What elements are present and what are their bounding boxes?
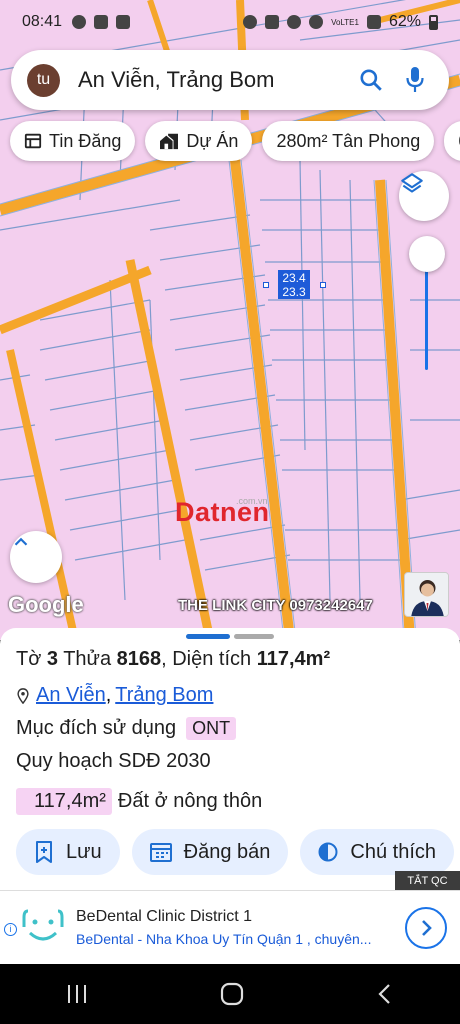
purpose-code-badge: ONT xyxy=(186,717,237,740)
messenger-icon xyxy=(72,15,87,29)
search-icon xyxy=(360,69,382,91)
location-district-link[interactable]: Trảng Bom xyxy=(115,684,213,707)
status-bar: 08:41 VoLTE1 62% xyxy=(0,0,460,44)
sheet-page-indicator[interactable] xyxy=(234,634,274,639)
microphone-icon xyxy=(406,67,424,92)
list-icon xyxy=(24,133,42,149)
chip-label: Dự Án xyxy=(186,130,239,151)
parcel-number: 8168 xyxy=(116,648,162,670)
purpose-label: Mục đích sử dụng xyxy=(16,717,177,739)
legend-button[interactable]: Chú thích xyxy=(300,829,454,875)
search-query[interactable]: An Viễn, Trảng Bom xyxy=(78,67,345,93)
ad-info-icon[interactable]: i xyxy=(4,923,17,936)
parcel-area: 117,4m² xyxy=(256,648,331,670)
vibrate-icon xyxy=(265,15,280,29)
status-time: 08:41 xyxy=(22,13,63,30)
post-for-sale-label: Đăng bán xyxy=(183,840,271,863)
bedental-logo-icon xyxy=(22,909,64,941)
title-area-label: , Diện tích xyxy=(161,648,257,670)
location-separator: , xyxy=(105,684,112,706)
zalo-icon xyxy=(116,15,131,29)
area-description: Đất ở nông thôn xyxy=(117,790,263,812)
filter-chips: Tin Đăng Dự Án 280m² Tân Phong 6 xyxy=(10,121,460,161)
parcel-title: Tờ 3 Thửa 8168, Diện tích 117,4m² xyxy=(16,648,330,671)
resize-handle-left[interactable] xyxy=(263,282,269,288)
save-label: Lưu xyxy=(66,840,102,863)
parcel-info-sheet[interactable]: Tờ 3 Thửa 8168, Diện tích 117,4m² An Viễ… xyxy=(0,628,460,890)
layers-button[interactable] xyxy=(399,171,449,221)
save-button[interactable]: Lưu xyxy=(16,829,120,875)
area-legend-row: 117,4m² Đất ở nông thôn xyxy=(16,788,262,815)
map-overlay-text: THE LINK CITY 0973242647 xyxy=(178,597,373,614)
battery-percent: 62% xyxy=(388,13,421,30)
watermark-domain: .com.vn xyxy=(236,496,268,506)
chip-du-an[interactable]: Dự Án xyxy=(145,121,253,161)
recent-apps-icon[interactable] xyxy=(65,983,89,1005)
parcel-label-top: 23.4 xyxy=(282,271,306,285)
resize-handle-right[interactable] xyxy=(320,282,326,288)
location-icon xyxy=(287,15,302,29)
agent-photo[interactable] xyxy=(404,572,449,617)
location-ward-link[interactable]: An Viễn xyxy=(36,684,106,707)
shield-icon xyxy=(94,15,109,29)
action-buttons: Lưu Đăng bán Chú thích xyxy=(16,829,454,875)
chip-tan-phong[interactable]: 280m² Tân Phong xyxy=(262,121,435,161)
chip-tin-dang[interactable]: Tin Đăng xyxy=(10,121,136,161)
system-nav-bar xyxy=(0,964,460,1024)
ad-banner[interactable]: i BeDental Clinic District 1 BeDental - … xyxy=(0,890,460,964)
post-for-sale-button[interactable]: Đăng bán xyxy=(131,829,289,875)
home-icon[interactable] xyxy=(219,981,245,1007)
expand-up-button[interactable] xyxy=(10,531,62,583)
chip-label: 280m² Tân Phong xyxy=(276,130,421,151)
chevron-up-icon xyxy=(14,537,28,546)
layers-icon xyxy=(401,173,423,193)
google-logo: Google xyxy=(8,592,84,617)
voice-search-button[interactable] xyxy=(397,62,433,98)
land-use-purpose: Mục đích sử dụng ONT xyxy=(16,717,237,740)
contrast-icon xyxy=(318,842,338,862)
back-icon[interactable] xyxy=(375,982,395,1006)
screen: 23.4 23.3 Datnen .com.vn Google THE LINK… xyxy=(0,0,460,1024)
signal-icon xyxy=(366,15,381,29)
ad-title[interactable]: BeDental Clinic District 1 xyxy=(76,908,252,926)
chip-label: Tin Đăng xyxy=(49,130,122,151)
parcel-label-bottom: 23.3 xyxy=(282,285,306,299)
opacity-slider-knob[interactable] xyxy=(409,236,445,272)
sheet-number: 3 xyxy=(46,648,59,670)
location-pin-icon xyxy=(17,687,29,704)
area-badge: 117,4m² xyxy=(16,788,112,815)
search-button[interactable] xyxy=(353,62,389,98)
chip-more[interactable]: 6 xyxy=(444,121,460,161)
battery-icon xyxy=(429,14,438,30)
wifi-icon xyxy=(309,15,324,29)
account-avatar[interactable]: tu xyxy=(27,63,60,97)
home-work-icon xyxy=(160,133,179,150)
ad-subtitle[interactable]: BeDental - Nha Khoa Uy Tín Quận 1 , chuy… xyxy=(76,931,381,947)
parcel-location: An Viễn, Trảng Bom xyxy=(16,684,213,707)
alarm-icon xyxy=(243,15,258,29)
network-label: VoLTE1 xyxy=(331,17,359,27)
close-ad-button[interactable]: TẮT QC xyxy=(395,871,460,891)
chevron-right-icon xyxy=(422,920,432,936)
legend-label: Chú thích xyxy=(350,840,436,863)
title-prefix: Tờ xyxy=(16,648,47,670)
search-bar[interactable]: tu An Viễn, Trảng Bom xyxy=(11,50,449,110)
ad-open-button[interactable] xyxy=(405,907,447,949)
calendar-icon xyxy=(149,843,172,862)
parcel-dimension-label: 23.4 23.3 xyxy=(278,270,310,299)
bookmark-add-icon xyxy=(36,841,52,863)
title-mid: Thửa xyxy=(58,648,117,670)
land-plan-title: Quy hoạch SDĐ 2030 xyxy=(16,750,211,772)
sheet-page-indicator-active[interactable] xyxy=(186,634,230,639)
person-icon xyxy=(405,573,448,616)
